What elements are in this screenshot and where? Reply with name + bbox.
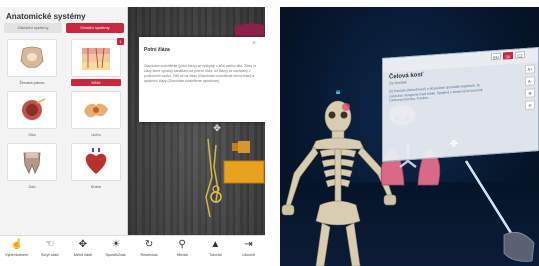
system-label: Zub	[28, 184, 36, 189]
vr-controller[interactable]	[460, 157, 539, 266]
tool-label: Měnit části	[73, 253, 92, 257]
info-card: × Potní žláza Glandulae sudoriferae (pot…	[139, 37, 265, 122]
system-item-ear[interactable]: Ucho	[71, 91, 121, 140]
tool-label: Ukončit	[242, 253, 255, 257]
tool-start-stop[interactable]: ☀ Spustit/Zast.	[99, 236, 132, 266]
zoom-in-icon[interactable]: ⊕	[525, 88, 535, 99]
notification-badge: 1	[117, 38, 124, 45]
tool-exit[interactable]: ⇥ Ukončit	[232, 236, 265, 266]
info-card-title: Potní žláza	[144, 47, 170, 53]
tool-select-anchor[interactable]: ☝ Výběr/kotvení	[0, 236, 33, 266]
vr-side-controls: A+ A- ⊕ ⊖	[525, 64, 535, 111]
pelvis-icon	[7, 39, 57, 77]
vr-panel-subtitle: Os frontale	[389, 80, 407, 86]
heart-icon	[71, 143, 121, 181]
font-decrease-button[interactable]: A-	[525, 76, 535, 87]
tablet-app: Anatomické systémy Základní systémy Deta…	[0, 7, 265, 266]
ear-icon	[71, 91, 121, 129]
lang-en-button[interactable]: EN	[491, 52, 501, 61]
lang-sk-button[interactable]: SK	[503, 51, 513, 60]
tool-label: Hledat	[176, 253, 188, 257]
system-item-heart[interactable]: Srdce	[71, 143, 121, 192]
tab-detailed-systems[interactable]: Detailní systémy	[66, 23, 124, 33]
systems-sidebar: Anatomické systémy Základní systémy Deta…	[0, 7, 128, 235]
tool-label: Skrýt části	[40, 253, 59, 257]
systems-grid: Ženská pánev 1 Kůže Oko Ucho Zub Srdce	[7, 38, 124, 192]
skin-model-scene[interactable]	[180, 137, 265, 237]
system-label: Ženská pánev	[19, 80, 45, 85]
search-icon: ⚲	[178, 239, 186, 250]
move-icon[interactable]: ✥	[448, 139, 460, 151]
system-label: Ucho	[91, 132, 101, 137]
system-item-pelvis[interactable]: Ženská pánev	[7, 39, 57, 88]
system-label: Srdce	[90, 184, 102, 189]
eye-icon	[7, 91, 57, 129]
close-icon[interactable]: ×	[249, 39, 259, 49]
vr-scene: 🔒︎ EN SK CZ Čelová kosť Os frontale Os f…	[280, 7, 539, 266]
tool-hide-parts[interactable]: ☜ Skrýt části	[33, 236, 66, 266]
tooth-icon	[7, 143, 57, 181]
system-item-skin[interactable]: 1 Kůže	[71, 38, 124, 88]
system-item-eye[interactable]: Oko	[7, 91, 57, 140]
font-increase-button[interactable]: A+	[525, 64, 535, 75]
bottom-toolbar: ☝ Výběr/kotvení ☜ Skrýt části ✥ Měnit čá…	[0, 235, 265, 266]
system-item-tooth[interactable]: Zub	[7, 143, 57, 192]
sidebar-title: Anatomické systémy	[6, 12, 86, 21]
zoom-out-icon[interactable]: ⊖	[525, 100, 535, 111]
vr-panel-header: EN SK CZ	[383, 48, 538, 73]
graduation-cap-icon: ▲	[210, 239, 221, 250]
tool-label: Výběr/kotvení	[4, 253, 29, 257]
screenshot-composite: Anatomické systémy Základní systémy Deta…	[0, 0, 539, 266]
tool-label: Resetovat	[140, 253, 158, 257]
hide-parts-icon: ☜	[45, 239, 55, 250]
tool-label: Tutorial	[209, 253, 222, 257]
exit-icon: ⇥	[244, 239, 253, 250]
move-icon[interactable]: ✥	[212, 123, 222, 133]
tool-label: Spustit/Zast.	[105, 253, 127, 257]
system-label: Kůže	[71, 79, 121, 86]
lock-icon[interactable]: 🔒︎	[333, 87, 343, 97]
system-label: Oko	[28, 132, 36, 137]
system-tabs: Základní systémy Detailní systémy	[4, 23, 124, 33]
tool-tutorial[interactable]: ▲ Tutorial	[199, 236, 232, 266]
vr-info-panel: EN SK CZ Čelová kosť Os frontale Os fron…	[382, 47, 539, 162]
tool-move-parts[interactable]: ✥ Měnit části	[66, 236, 99, 266]
tab-basic-systems[interactable]: Základní systémy	[4, 23, 62, 33]
lightbulb-icon: ☀	[111, 239, 121, 250]
reset-icon: ↻	[144, 239, 154, 250]
vr-panel-text: Os frontale (čelová kosť) v dospelosti s…	[389, 83, 484, 103]
tool-search[interactable]: ⚲ Hledat	[166, 236, 199, 266]
select-hand-icon: ☝	[10, 239, 24, 250]
lang-cz-button[interactable]: CZ	[515, 51, 525, 59]
info-card-text: Glandulae sudoriferae (potní žlázy) se v…	[144, 64, 257, 83]
move-parts-icon: ✥	[78, 239, 87, 250]
skin-layers-icon: 1	[71, 38, 124, 77]
tool-reset[interactable]: ↻ Resetovat	[133, 236, 166, 266]
